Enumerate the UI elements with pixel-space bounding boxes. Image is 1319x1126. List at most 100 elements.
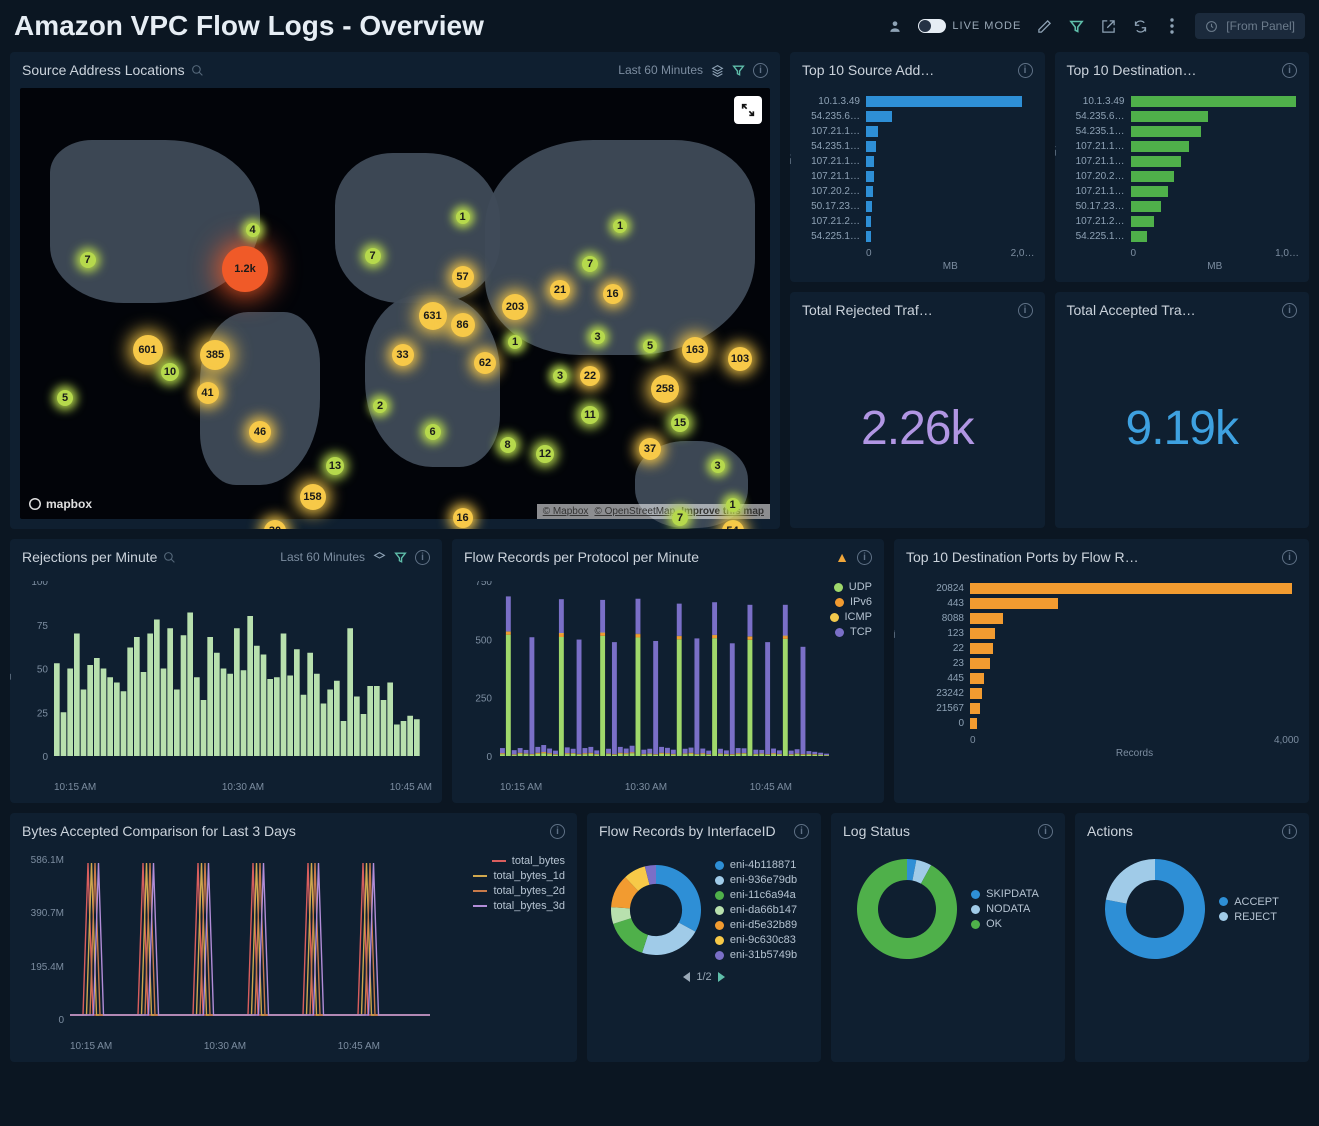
world-map[interactable]: mapbox © Mapbox © OpenStreetMap Improve … (20, 88, 770, 519)
map-pin[interactable]: 15 (671, 414, 689, 432)
kebab-icon[interactable] (1163, 17, 1181, 35)
legend-item[interactable]: ACCEPT (1219, 896, 1279, 908)
map-pin[interactable]: 62 (474, 352, 496, 374)
map-pin[interactable]: 3 (711, 459, 725, 473)
pager[interactable]: 1/2 (587, 971, 821, 991)
map-pin[interactable]: 1 (726, 498, 740, 512)
legend-item[interactable]: REJECT (1219, 911, 1277, 923)
map-pin[interactable]: 7 (365, 248, 381, 264)
map-pin[interactable]: 1 (456, 210, 470, 224)
map-pin[interactable]: 7 (672, 510, 688, 526)
edit-icon[interactable] (1035, 17, 1053, 35)
map-pin[interactable]: 12 (536, 445, 554, 463)
map-pin[interactable]: 4 (246, 223, 260, 237)
bar-row: 107.21.1… (1065, 184, 1300, 199)
map-pin[interactable]: 1 (613, 219, 627, 233)
filter-icon[interactable] (394, 551, 407, 564)
legend-item[interactable]: IPv6 (830, 596, 873, 608)
panel-top-dst: Top 10 Destination…i dest_ip10.1.3.4954.… (1055, 52, 1310, 282)
legend-item[interactable]: total_bytes (473, 855, 565, 867)
search-icon[interactable] (163, 551, 176, 564)
map-pin[interactable]: 7 (80, 252, 96, 268)
map-pin[interactable]: 601 (133, 335, 163, 365)
info-icon[interactable]: i (1282, 550, 1297, 565)
legend-item[interactable]: eni-11c6a94a (715, 889, 796, 901)
bar-row: 445 (904, 671, 1299, 686)
info-icon[interactable]: i (1282, 824, 1297, 839)
legend-item[interactable]: eni-9c630c83 (715, 934, 796, 946)
map-pin[interactable]: 54 (722, 520, 744, 529)
layers-icon[interactable] (373, 551, 386, 564)
map-pin[interactable]: 16 (453, 508, 473, 528)
map-pin[interactable]: 2 (373, 399, 387, 413)
filter-icon[interactable] (1067, 17, 1085, 35)
map-pin[interactable]: 385 (200, 340, 230, 370)
expand-icon[interactable] (734, 96, 762, 124)
bar-row: 54.225.1… (800, 229, 1035, 244)
map-pin[interactable]: 258 (651, 375, 679, 403)
info-icon[interactable]: i (415, 550, 430, 565)
map-pin[interactable]: 46 (249, 421, 271, 443)
map-pin[interactable]: 41 (197, 382, 219, 404)
map-pin[interactable]: 21 (550, 280, 570, 300)
map-pin[interactable]: 5 (57, 390, 73, 406)
info-icon[interactable]: i (1018, 303, 1033, 318)
map-pin[interactable]: 103 (728, 347, 752, 371)
info-icon[interactable]: i (794, 824, 809, 839)
map-pin[interactable]: 631 (419, 302, 447, 330)
map-pin[interactable]: 30 (264, 520, 286, 529)
map-pin[interactable]: 37 (639, 438, 661, 460)
map-pin[interactable]: 3 (591, 330, 605, 344)
legend-item[interactable]: SKIPDATA (971, 888, 1039, 900)
panel-log-status: Log Statusi SKIPDATANODATAOK (831, 813, 1065, 1062)
legend-item[interactable]: eni-936e79db (715, 874, 797, 886)
info-icon[interactable]: i (1282, 303, 1297, 318)
map-pin[interactable]: 7 (582, 256, 598, 272)
legend-item[interactable]: eni-4b118871 (715, 859, 796, 871)
map-pin[interactable]: 6 (425, 424, 441, 440)
from-panel-selector[interactable]: [From Panel] (1195, 13, 1305, 39)
map-pin[interactable]: 57 (452, 266, 474, 288)
legend-item[interactable]: eni-d5e32b89 (715, 919, 797, 931)
legend-item[interactable]: total_bytes_1d (473, 870, 565, 882)
map-pin[interactable]: 3 (553, 369, 567, 383)
share-icon[interactable] (1099, 17, 1117, 35)
legend-item[interactable]: NODATA (971, 903, 1030, 915)
map-pin[interactable]: 11 (581, 406, 599, 424)
toggle-switch (918, 19, 946, 33)
legend-item[interactable]: total_bytes_3d (473, 900, 565, 912)
legend-item[interactable]: eni-da66b147 (715, 904, 797, 916)
info-icon[interactable]: i (1038, 824, 1053, 839)
info-icon[interactable]: i (753, 63, 768, 78)
map-pin[interactable]: 163 (682, 337, 708, 363)
user-icon[interactable] (886, 17, 904, 35)
map-pin[interactable]: 1 (508, 335, 522, 349)
legend-item[interactable]: total_bytes_2d (473, 885, 565, 897)
layers-icon[interactable] (711, 64, 724, 77)
info-icon[interactable]: i (1282, 63, 1297, 78)
map-pin[interactable]: 5 (643, 339, 657, 353)
legend-item[interactable]: eni-31b5749b (715, 949, 797, 961)
search-icon[interactable] (191, 64, 204, 77)
legend-item[interactable]: OK (971, 918, 1002, 930)
info-icon[interactable]: i (1018, 63, 1033, 78)
legend-item[interactable]: TCP (830, 626, 873, 638)
map-pin[interactable]: 13 (326, 457, 344, 475)
map-pin[interactable]: 33 (392, 344, 414, 366)
map-pin[interactable]: 86 (451, 313, 475, 337)
map-pin[interactable]: 8 (500, 437, 516, 453)
map-pin[interactable]: 203 (502, 294, 528, 320)
warning-icon[interactable]: ▲ (835, 549, 849, 565)
refresh-icon[interactable] (1131, 17, 1149, 35)
legend-item[interactable]: ICMP (830, 611, 873, 623)
map-pin[interactable]: 16 (603, 284, 623, 304)
info-icon[interactable]: i (550, 824, 565, 839)
legend-item[interactable]: UDP (830, 581, 873, 593)
map-pin[interactable]: 22 (580, 366, 600, 386)
map-pin[interactable]: 158 (300, 484, 326, 510)
live-mode-toggle[interactable]: LIVE MODE (918, 19, 1021, 33)
filter-icon[interactable] (732, 64, 745, 77)
info-icon[interactable]: i (857, 550, 872, 565)
map-pin[interactable]: 10 (161, 363, 179, 381)
map-pin[interactable]: 1.2k (222, 246, 268, 292)
